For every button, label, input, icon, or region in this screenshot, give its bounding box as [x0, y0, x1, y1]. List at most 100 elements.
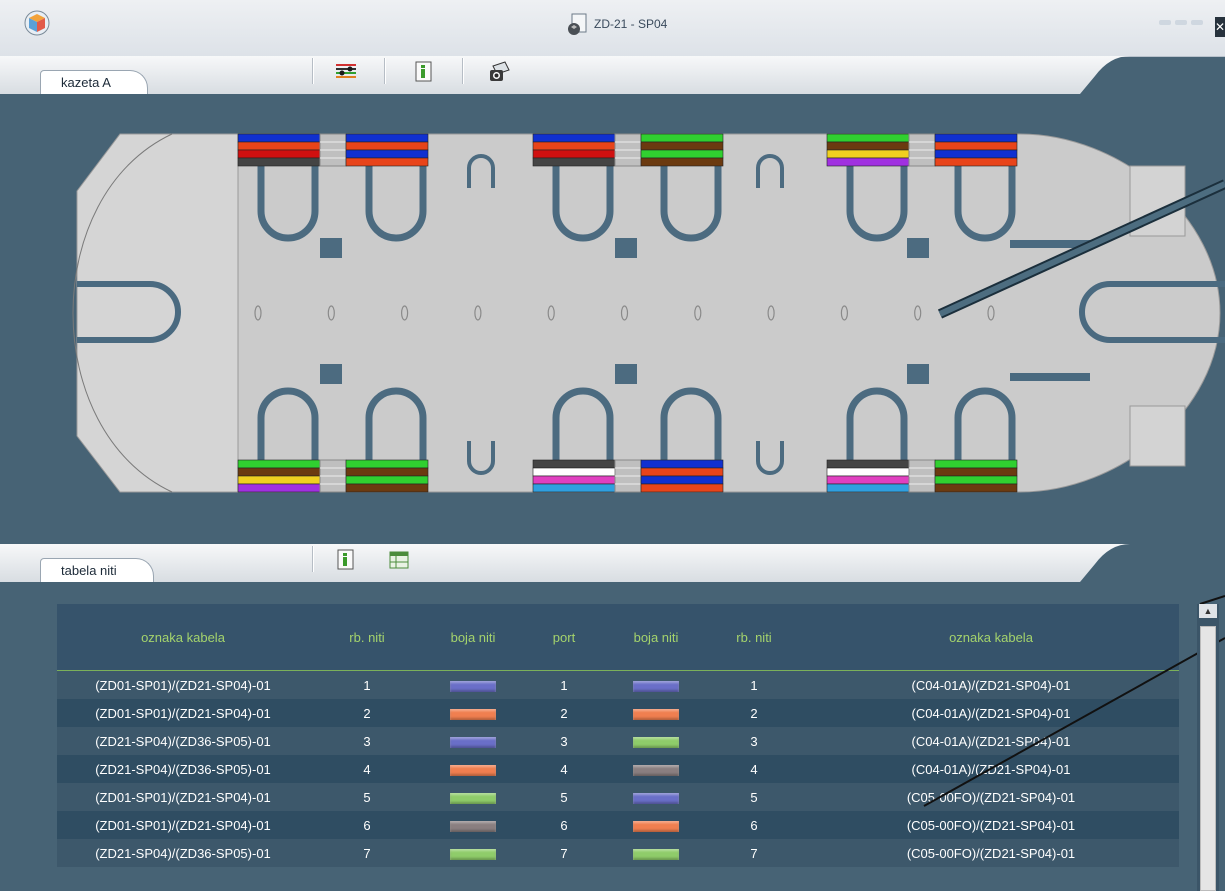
tab-kazeta-a[interactable]: kazeta A	[40, 70, 148, 94]
column-header-color-a[interactable]: boja niti	[425, 604, 521, 671]
color-b-cell	[607, 811, 705, 839]
table-scrollbar[interactable]: ▲	[1197, 604, 1219, 891]
table-row[interactable]: (ZD01-SP01)/(ZD21-SP04)-01 1 1 1 (C04-01A)/(…	[57, 670, 1179, 699]
column-header-cable-a[interactable]: oznaka kabela	[57, 604, 309, 671]
fiber-stripe	[532, 475, 616, 485]
camera-icon[interactable]	[487, 60, 511, 84]
column-header-fiber-b[interactable]: rb. niti	[705, 604, 803, 671]
fiber-a-cell: 4	[309, 755, 425, 783]
fiber-stripe	[237, 149, 321, 159]
fiber-stripe	[826, 149, 910, 159]
fiber-stripe	[345, 467, 429, 477]
tabstrip-background	[0, 544, 1225, 582]
fiber-b-cell: 7	[705, 839, 803, 867]
info-icon[interactable]	[334, 548, 358, 572]
fiber-layers-icon[interactable]	[334, 60, 358, 84]
toolbar-separator	[312, 58, 314, 84]
window-controls	[1159, 20, 1203, 25]
cable-a-cell: (ZD21-SP04)/(ZD36-SP05)-01	[57, 755, 309, 783]
table-row[interactable]: (ZD01-SP01)/(ZD21-SP04)-01 6 6 6 (C05-00FO)/…	[57, 811, 1179, 839]
fiber-stripe	[532, 483, 616, 493]
cable-b-cell: (C04-01A)/(ZD21-SP04)-01	[803, 670, 1179, 699]
fiber-stripe	[532, 141, 616, 151]
close-button[interactable]: ✕	[1215, 17, 1225, 37]
mounting-pad	[615, 364, 637, 384]
fiber-stripe	[237, 467, 321, 477]
fiber-stripe	[345, 133, 429, 143]
column-header-color-b[interactable]: boja niti	[607, 604, 705, 671]
cable-b-cell: (C04-01A)/(ZD21-SP04)-01	[803, 699, 1179, 727]
fiber-stripe	[237, 141, 321, 151]
tab-tabela-niti[interactable]: tabela niti	[40, 558, 154, 582]
color-b-cell	[607, 839, 705, 867]
fiber-b-cell: 6	[705, 811, 803, 839]
info-icon[interactable]	[412, 60, 436, 84]
cable-b-cell: (C05-00FO)/(ZD21-SP04)-01	[803, 839, 1179, 867]
fiber-stripe	[237, 475, 321, 485]
table-row[interactable]: (ZD21-SP04)/(ZD36-SP05)-01 4 4 4 (C04-01A)/(…	[57, 755, 1179, 783]
fiber-stripe	[345, 459, 429, 469]
table-row[interactable]: (ZD01-SP01)/(ZD21-SP04)-01 2 2 2 (C04-01A)/(…	[57, 699, 1179, 727]
fiber-color-swatch	[450, 848, 496, 860]
fiber-stripe	[345, 157, 429, 167]
port-cell: 2	[521, 699, 607, 727]
fiber-color-swatch	[633, 820, 679, 832]
color-b-cell	[607, 670, 705, 699]
color-b-cell	[607, 727, 705, 755]
color-a-cell	[425, 811, 521, 839]
cable-a-cell: (ZD01-SP01)/(ZD21-SP04)-01	[57, 670, 309, 699]
fiber-stripe	[826, 483, 910, 493]
color-a-cell	[425, 783, 521, 811]
toolbar-separator	[312, 546, 314, 572]
mounting-pad	[615, 238, 637, 258]
cable-a-cell: (ZD21-SP04)/(ZD36-SP05)-01	[57, 727, 309, 755]
fiber-a-cell: 2	[309, 699, 425, 727]
fiber-stripe	[532, 157, 616, 167]
color-b-cell	[607, 699, 705, 727]
cube-logo-icon[interactable]	[24, 10, 50, 36]
table-grid-icon[interactable]	[387, 548, 411, 572]
fiber-stripe	[934, 141, 1018, 151]
fiber-a-cell: 3	[309, 727, 425, 755]
maximize-button[interactable]	[1175, 20, 1187, 25]
cassette-toolbar: kazeta A	[0, 56, 1225, 94]
document-cube-icon	[568, 13, 587, 35]
table-row[interactable]: (ZD21-SP04)/(ZD36-SP05)-01 7 7 7 (C05-00FO)/…	[57, 839, 1179, 867]
column-header-port[interactable]: port	[521, 604, 607, 671]
port-cell: 3	[521, 727, 607, 755]
column-header-cable-b[interactable]: oznaka kabela	[803, 604, 1179, 671]
table-row[interactable]: (ZD01-SP01)/(ZD21-SP04)-01 5 5 5 (C05-00FO)/…	[57, 783, 1179, 811]
scroll-up-arrow-icon[interactable]: ▲	[1199, 604, 1217, 618]
mounting-pad	[907, 364, 929, 384]
cable-b-cell: (C04-01A)/(ZD21-SP04)-01	[803, 755, 1179, 783]
fiber-color-swatch	[450, 708, 496, 720]
fiber-stripe	[237, 459, 321, 469]
fiber-stripe	[345, 483, 429, 493]
cable-a-cell: (ZD21-SP04)/(ZD36-SP05)-01	[57, 839, 309, 867]
port-cell: 7	[521, 839, 607, 867]
column-header-fiber-a[interactable]: rb. niti	[309, 604, 425, 671]
fiber-stripe	[934, 459, 1018, 469]
cassette-diagram[interactable]	[0, 96, 1225, 526]
fiber-b-cell: 1	[705, 670, 803, 699]
color-a-cell	[425, 699, 521, 727]
fiber-stripe	[640, 141, 724, 151]
table-row[interactable]: (ZD21-SP04)/(ZD36-SP05)-01 3 3 3 (C04-01A)/(…	[57, 727, 1179, 755]
port-cell: 4	[521, 755, 607, 783]
title-bar: ZD-21 - SP04 ✕	[0, 0, 1225, 57]
fiber-color-swatch	[450, 764, 496, 776]
table-header-row: oznaka kabela rb. niti boja niti port bo…	[57, 604, 1179, 671]
toolbar-separator	[462, 58, 464, 84]
fiber-color-swatch	[633, 708, 679, 720]
fiber-b-cell: 4	[705, 755, 803, 783]
fiber-color-swatch	[633, 792, 679, 804]
restore-button[interactable]	[1191, 20, 1203, 25]
fiber-stripe	[826, 459, 910, 469]
fiber-color-swatch	[633, 736, 679, 748]
cable-b-cell: (C05-00FO)/(ZD21-SP04)-01	[803, 783, 1179, 811]
fiber-stripe	[640, 157, 724, 167]
minimize-button[interactable]	[1159, 20, 1171, 25]
fiber-stripe	[826, 133, 910, 143]
color-a-cell	[425, 727, 521, 755]
scroll-thumb[interactable]	[1200, 626, 1216, 891]
